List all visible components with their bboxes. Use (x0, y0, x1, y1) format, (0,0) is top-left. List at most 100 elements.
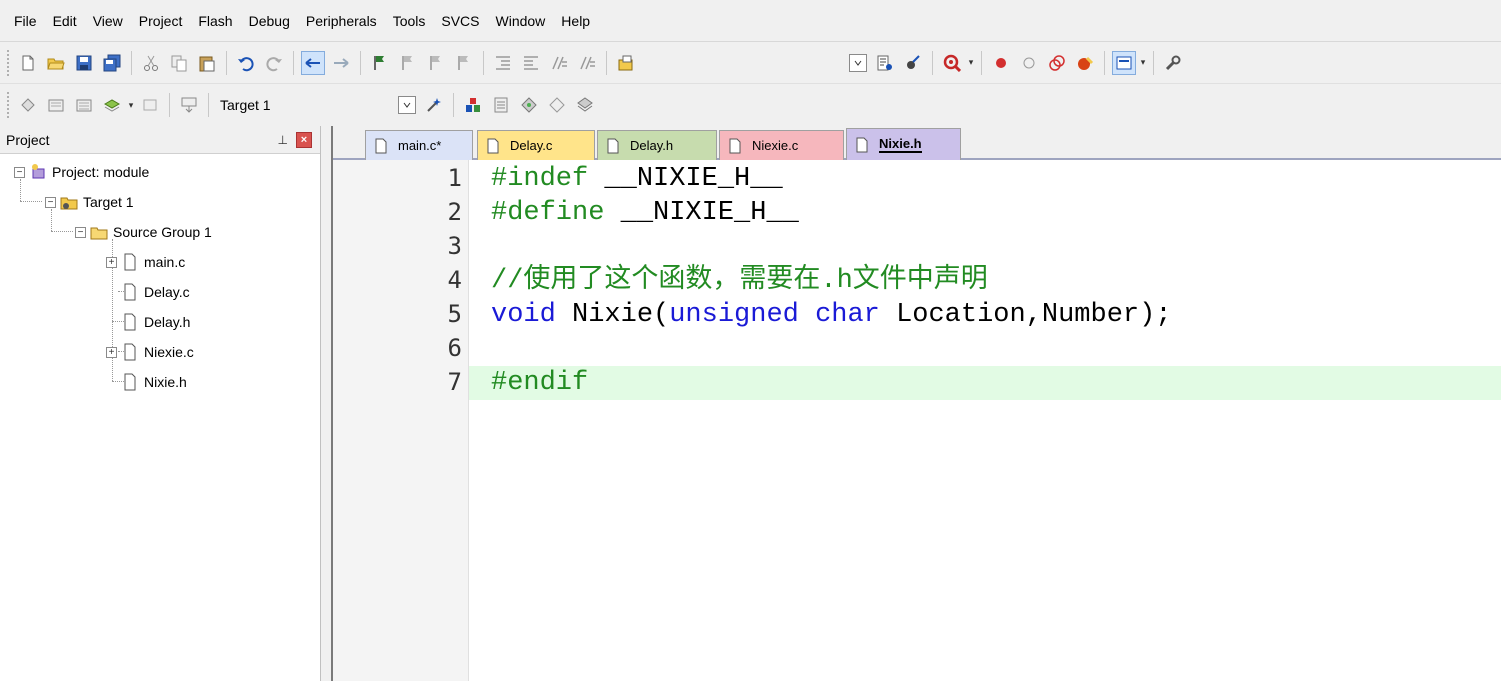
pack-installer-icon[interactable] (545, 93, 569, 117)
collapse-icon[interactable]: − (75, 226, 86, 238)
batch-build-icon[interactable] (100, 93, 124, 117)
redo-icon[interactable] (262, 51, 286, 75)
menu-view[interactable]: View (85, 0, 131, 42)
menu-file[interactable]: File (6, 0, 45, 42)
code-line-3[interactable] (469, 230, 1501, 264)
insert-breakpoint-icon[interactable] (989, 51, 1013, 75)
tree-label-file: Delay.h (144, 314, 191, 330)
download-load-icon[interactable] (177, 93, 201, 117)
unindent-icon[interactable] (519, 51, 543, 75)
window-layout-icon[interactable] (1112, 50, 1136, 75)
project-panel: Project ⊥ × − Project: module − Target 1… (0, 126, 321, 681)
toolbar-grip[interactable] (6, 91, 10, 119)
navigate-back-icon[interactable] (301, 50, 325, 75)
menu-peripherals[interactable]: Peripherals (298, 0, 385, 42)
panel-splitter[interactable] (321, 126, 331, 681)
pin-icon[interactable]: ⊥ (278, 133, 288, 147)
stop-build-icon[interactable] (138, 93, 162, 117)
file-icon (124, 373, 136, 391)
tree-item-group[interactable]: − Source Group 1 (75, 217, 212, 247)
tab-delay-h[interactable]: Delay.h (597, 130, 717, 160)
code-line-1[interactable]: #indef __NIXIE_H__ (469, 162, 1501, 196)
find-in-files-icon[interactable] (614, 51, 638, 75)
tree-connector (20, 201, 42, 202)
chevron-down-icon[interactable]: ▾ (966, 51, 976, 75)
chevron-down-icon[interactable]: ▾ (126, 93, 136, 117)
menu-project[interactable]: Project (131, 0, 191, 42)
code-line-2[interactable]: #define __NIXIE_H__ (469, 196, 1501, 230)
kill-breakpoints-icon[interactable] (1073, 51, 1097, 75)
menu-svcs[interactable]: SVCS (433, 0, 487, 42)
configure-wrench-icon[interactable] (1161, 51, 1185, 75)
undo-icon[interactable] (234, 51, 258, 75)
tab-main-c[interactable]: main.c* (365, 130, 473, 160)
preprocessor-directive: #define (491, 198, 605, 228)
enable-breakpoint-icon[interactable] (1017, 51, 1041, 75)
toolbar-grip[interactable] (6, 48, 10, 77)
file-icon (487, 138, 499, 153)
manage-run-time-icon[interactable] (517, 93, 541, 117)
menu-debug[interactable]: Debug (241, 0, 298, 42)
components-icon[interactable] (573, 93, 597, 117)
paste-icon[interactable] (195, 51, 219, 75)
expand-icon[interactable]: + (106, 346, 117, 358)
incremental-find-icon[interactable] (873, 51, 897, 75)
close-icon[interactable]: × (296, 131, 312, 148)
tree-item-file[interactable]: Nixie.h (121, 367, 187, 397)
uncomment-icon[interactable] (575, 51, 599, 75)
tree-item-file[interactable]: Delay.c (121, 277, 190, 307)
navigate-forward-icon[interactable] (329, 51, 353, 75)
disable-breakpoints-icon[interactable] (1045, 51, 1069, 75)
prev-bookmark-icon[interactable] (396, 51, 420, 75)
manage-project-items-icon[interactable] (461, 93, 485, 117)
target-select[interactable]: Target 1 (214, 93, 394, 117)
tab-nixie-h[interactable]: Nixie.h (846, 128, 961, 160)
indent-icon[interactable] (491, 51, 515, 75)
select-packs-icon[interactable] (489, 93, 513, 117)
new-file-icon[interactable] (16, 51, 40, 75)
rebuild-icon[interactable] (72, 93, 96, 117)
clear-bookmarks-icon[interactable] (452, 51, 476, 75)
save-icon[interactable] (72, 51, 96, 75)
expand-icon[interactable]: + (106, 256, 117, 268)
chevron-down-icon[interactable]: ▾ (1138, 51, 1148, 75)
identifier: __NIXIE_H__ (588, 164, 783, 194)
target-dropdown-button[interactable] (398, 96, 416, 114)
tree-label-file: Nixie.h (144, 374, 187, 390)
line-number: 4 (447, 266, 462, 294)
code-editor[interactable]: 1 2 3 4 5 6 7 #indef __NIXIE_H__ #define… (333, 160, 1501, 681)
menu-tools[interactable]: Tools (385, 0, 434, 42)
menu-help[interactable]: Help (553, 0, 598, 42)
code-line-4[interactable]: //使用了这个函数，需要在.h文件中声明 (469, 264, 1501, 298)
copy-icon[interactable] (167, 51, 191, 75)
find-dropdown-button[interactable] (849, 53, 867, 72)
build-icon[interactable] (44, 93, 68, 117)
comment-icon[interactable] (547, 51, 571, 75)
open-folder-icon[interactable] (44, 51, 68, 75)
debug-session-icon[interactable] (940, 51, 964, 75)
translate-icon[interactable] (16, 93, 40, 117)
bookmark-icon[interactable] (368, 51, 392, 75)
code-line-6[interactable] (469, 332, 1501, 366)
save-all-icon[interactable] (100, 51, 124, 75)
code-line-5[interactable]: void Nixie(unsigned char Location,Number… (469, 298, 1501, 332)
collapse-icon[interactable]: − (45, 196, 56, 208)
target-options-icon[interactable] (422, 93, 446, 117)
menu-flash[interactable]: Flash (190, 0, 240, 42)
menu-edit[interactable]: Edit (45, 0, 85, 42)
next-bookmark-icon[interactable] (424, 51, 448, 75)
tree-item-target[interactable]: − Target 1 (45, 187, 134, 217)
collapse-icon[interactable]: − (14, 166, 25, 178)
find-replace-icon[interactable] (901, 51, 925, 75)
tree-item-file[interactable]: + main.c (106, 247, 185, 277)
tree-item-file[interactable]: + Niexie.c (106, 337, 194, 367)
menu-window[interactable]: Window (488, 0, 554, 42)
cut-icon[interactable] (139, 51, 163, 75)
tree-item-file[interactable]: Delay.h (121, 307, 190, 337)
tab-delay-c[interactable]: Delay.c (477, 130, 595, 160)
toolbar-separator (226, 50, 227, 75)
code-line-7[interactable]: #endif (469, 366, 1501, 400)
tree-item-project[interactable]: − Project: module (14, 157, 149, 187)
tab-niexie-c[interactable]: Niexie.c (719, 130, 844, 160)
